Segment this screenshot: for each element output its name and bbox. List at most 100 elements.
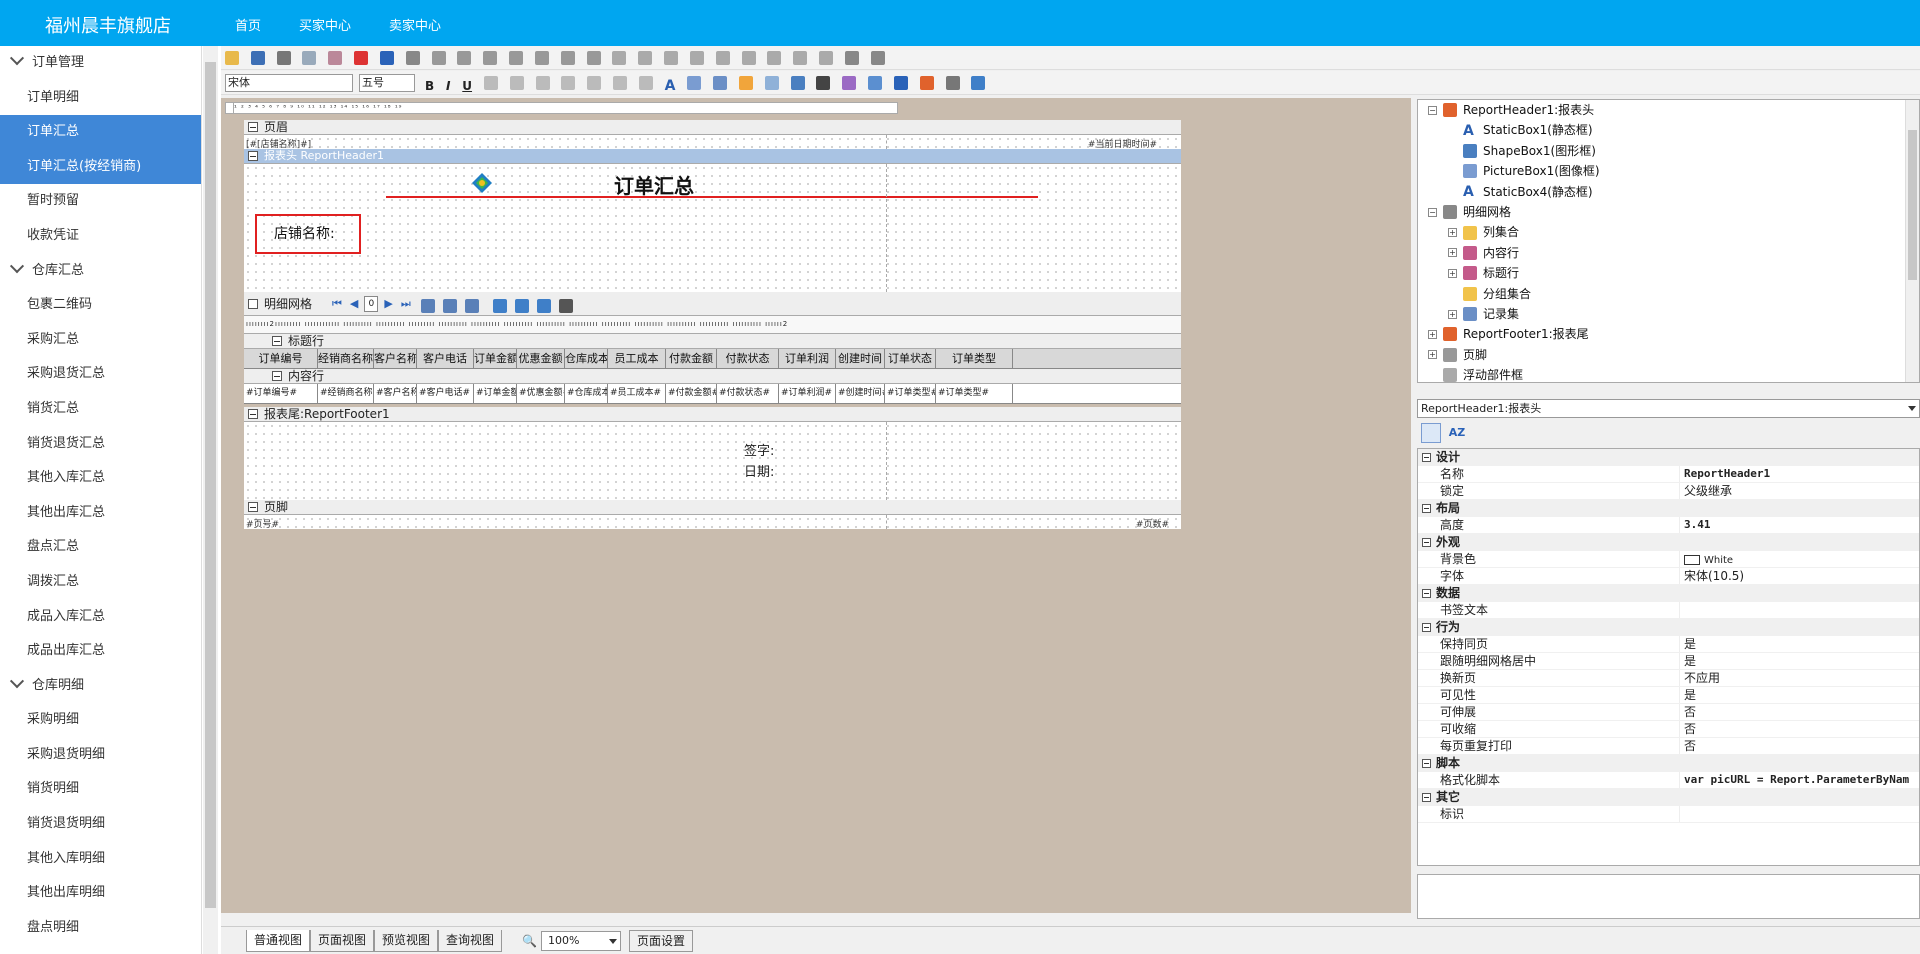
- sidebar-group[interactable]: 仓库明细: [0, 669, 201, 704]
- grid-tool-3-icon[interactable]: [464, 299, 479, 313]
- grid-cell[interactable]: #订单类型#: [936, 384, 1013, 403]
- tree-item[interactable]: + ReportFooter1:报表尾: [1418, 324, 1919, 344]
- tree-item[interactable]: + 内容行: [1418, 243, 1919, 263]
- tree-scrollbar[interactable]: [1905, 100, 1919, 382]
- property-value[interactable]: var picURL = Report.ParameterByNam: [1679, 772, 1919, 788]
- bring-front-icon[interactable]: [844, 51, 859, 65]
- property-value[interactable]: 是: [1679, 636, 1919, 652]
- h-spacing-inc-icon[interactable]: [715, 51, 730, 65]
- tree-item[interactable]: 分组集合: [1418, 284, 1919, 304]
- align-top-icon[interactable]: [534, 51, 549, 65]
- expand-icon[interactable]: +: [1448, 268, 1457, 278]
- sidebar-group[interactable]: 订单管理: [0, 46, 201, 81]
- sidebar-item[interactable]: 其他入库明细: [0, 842, 201, 877]
- property-value[interactable]: 宋体(10.5): [1679, 568, 1919, 584]
- sidebar-item[interactable]: 销货退货明细: [0, 807, 201, 842]
- page-header-band[interactable]: [#[店铺名称]#] #当前日期时间#: [244, 135, 1181, 150]
- page-number-input[interactable]: 0: [364, 295, 379, 312]
- content-row-band-title[interactable]: 内容行: [244, 369, 1181, 384]
- text-align-left-icon[interactable]: [483, 76, 498, 90]
- page-header-band-title[interactable]: 页眉: [244, 120, 1181, 135]
- save-icon[interactable]: [250, 51, 265, 65]
- open-icon[interactable]: [225, 51, 239, 65]
- property-row[interactable]: 可收缩 否: [1418, 721, 1919, 738]
- underline-icon[interactable]: U: [462, 79, 472, 93]
- grid-column-header[interactable]: 经销商名称: [318, 349, 374, 368]
- property-value[interactable]: 否: [1679, 704, 1919, 720]
- page-count-field[interactable]: #页数#: [1136, 517, 1169, 530]
- align-bottom-icon[interactable]: [586, 51, 601, 65]
- expand-icon[interactable]: +: [1448, 309, 1457, 319]
- property-value[interactable]: White: [1679, 551, 1919, 567]
- sidebar-item[interactable]: 销货汇总: [0, 392, 201, 427]
- next-page-icon[interactable]: ▶: [384, 297, 392, 310]
- text-align-center-icon[interactable]: [509, 76, 524, 90]
- property-row[interactable]: 保持同页 是: [1418, 636, 1919, 653]
- grid-cell[interactable]: #经销商名称#: [318, 384, 374, 403]
- property-value[interactable]: 父级继承: [1679, 483, 1919, 499]
- font-size-select[interactable]: 五号: [359, 74, 415, 92]
- grid-cell[interactable]: #付款金额#: [666, 384, 717, 403]
- grid-column-header[interactable]: 订单类型: [936, 349, 1013, 368]
- sign-label[interactable]: 签字:: [744, 440, 774, 459]
- valign-bottom-icon[interactable]: [638, 76, 653, 90]
- undo-icon[interactable]: [379, 51, 394, 65]
- grid-cell[interactable]: #客户名称#: [374, 384, 417, 403]
- collapse-icon[interactable]: [248, 151, 258, 161]
- grid-column-header[interactable]: 订单利润: [779, 349, 836, 368]
- sidebar-item[interactable]: 其他入库汇总: [0, 461, 201, 496]
- valign-top-icon[interactable]: [587, 76, 602, 90]
- property-row[interactable]: 换新页 不应用: [1418, 670, 1919, 687]
- sidebar-scroll-thumb[interactable]: [205, 62, 216, 908]
- property-category[interactable]: 行为: [1418, 619, 1919, 636]
- grid-cell[interactable]: #订单金额#: [474, 384, 517, 403]
- grid-column-header[interactable]: 仓库成本: [565, 349, 608, 368]
- grid-tool-6-icon[interactable]: [536, 299, 551, 313]
- grid-column-header[interactable]: 订单状态: [885, 349, 936, 368]
- bold-icon[interactable]: B: [425, 79, 434, 93]
- tree-item[interactable]: + 记录集: [1418, 304, 1919, 324]
- page-footer-band-title[interactable]: 页脚: [244, 500, 1181, 515]
- grid-cell[interactable]: #仓库成本#: [565, 384, 608, 403]
- property-category[interactable]: 布局: [1418, 500, 1919, 517]
- property-value[interactable]: 否: [1679, 738, 1919, 754]
- report-title[interactable]: 订单汇总: [614, 170, 854, 199]
- grid-column-header[interactable]: 优惠金额: [517, 349, 565, 368]
- tab-normal-view[interactable]: 普通视图: [246, 929, 311, 952]
- grid-tool-5-icon[interactable]: [514, 299, 529, 313]
- property-row[interactable]: 可见性 是: [1418, 687, 1919, 704]
- redo-icon[interactable]: [405, 51, 420, 65]
- grid-cell[interactable]: #付款状态#: [717, 384, 779, 403]
- store-name-label[interactable]: 店铺名称:: [255, 214, 361, 254]
- select-all-icon[interactable]: [431, 51, 446, 65]
- memo-box-tool-icon[interactable]: [764, 76, 779, 90]
- last-page-icon[interactable]: ⏭: [401, 297, 411, 311]
- report-header-band[interactable]: 订单汇总 店铺名称:: [244, 164, 1181, 292]
- chart-tool-icon[interactable]: [919, 76, 934, 90]
- text-justify-icon[interactable]: [561, 76, 576, 90]
- valign-middle-icon[interactable]: [613, 76, 627, 90]
- sidebar-item[interactable]: 订单明细: [0, 81, 201, 116]
- property-value[interactable]: 不应用: [1679, 670, 1919, 686]
- design-canvas[interactable]: ¹ ² ³ ⁴ ⁵ ⁶ ⁷ ⁸ ⁹ ¹⁰ ¹¹ ¹² ¹³ ¹⁴ ¹⁵ ¹⁶ ¹…: [221, 98, 1411, 913]
- collapse-icon[interactable]: −: [1428, 105, 1437, 115]
- tree-item[interactable]: − ReportHeader1:报表头: [1418, 100, 1919, 120]
- v-spacing-dec-icon[interactable]: [819, 51, 834, 65]
- property-row[interactable]: 标识: [1418, 806, 1919, 823]
- expand-icon[interactable]: +: [1428, 329, 1437, 339]
- tree-item[interactable]: + 列集合: [1418, 222, 1919, 242]
- grid-cell[interactable]: #订单编号#: [244, 384, 318, 403]
- property-category[interactable]: 其它: [1418, 789, 1919, 806]
- page-number-field[interactable]: #页号#: [246, 517, 279, 530]
- grid-cell[interactable]: #订单利润#: [779, 384, 836, 403]
- text-align-right-icon[interactable]: [535, 76, 550, 90]
- title-row-band-title[interactable]: 标题行: [244, 334, 1181, 349]
- property-row[interactable]: 名称 ReportHeader1: [1418, 466, 1919, 483]
- grid-column-header[interactable]: 客户电话: [417, 349, 474, 368]
- system-var-tool-icon[interactable]: [738, 76, 753, 90]
- property-value[interactable]: 3.41: [1679, 517, 1919, 533]
- send-back-icon[interactable]: [870, 51, 885, 65]
- copy-icon[interactable]: [302, 51, 317, 65]
- sidebar-group[interactable]: 仓库汇总: [0, 254, 201, 289]
- current-datetime-field[interactable]: #当前日期时间#: [1088, 137, 1157, 150]
